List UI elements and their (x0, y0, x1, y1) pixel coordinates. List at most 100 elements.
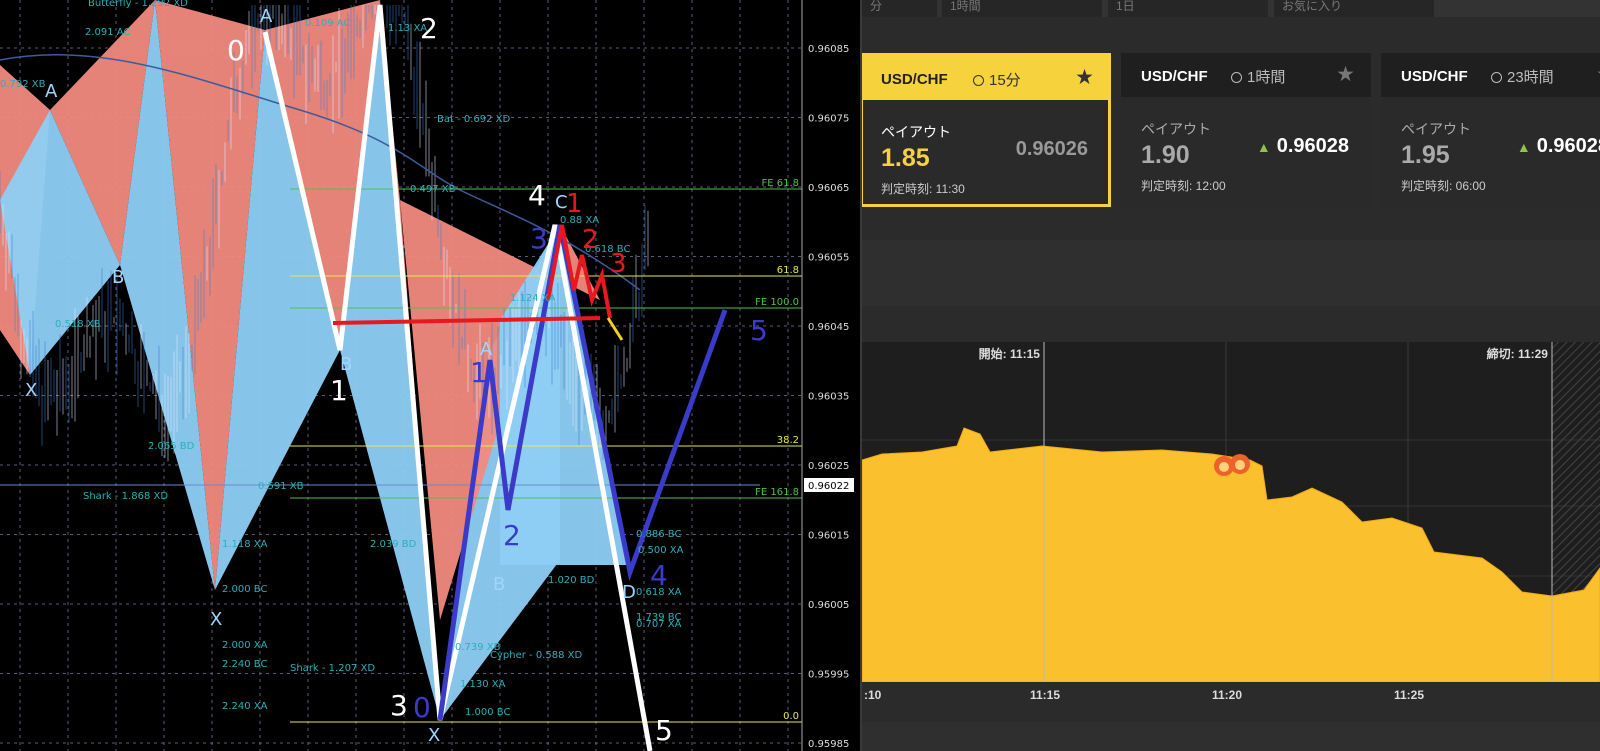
wave-number-white: 5 (655, 714, 673, 747)
payout-value: 1.90 (1141, 141, 1190, 169)
judge-time: 判定時刻: 11:30 (881, 182, 965, 196)
price-axis-label: 0.96035 (808, 392, 849, 403)
price-axis-label: 0.95995 (808, 670, 849, 681)
pattern-ratio-label: 0.739 XB (455, 642, 501, 653)
duration-label: 1時間 (1247, 69, 1286, 86)
card-duration: 15分 (973, 69, 1021, 90)
fib-level-label: FE 61.8 (761, 178, 799, 189)
trading-panel: 分 1時間 1日 お気に入り USD/CHF 15分 ★ ペイアウト 1.85 … (862, 0, 1600, 751)
tab-favorites[interactable]: お気に入り (1274, 0, 1434, 17)
up-arrow-icon: ▲ (1516, 139, 1531, 155)
pattern-point-label: X (25, 380, 37, 401)
payout-label: ペイアウト (1141, 121, 1211, 137)
pattern-ratio-label: 0.591 XB (258, 481, 304, 492)
price-area-chart[interactable]: 開始: 11:15 締切: 11:29 (862, 342, 1600, 682)
judge-time: 判定時刻: 06:00 (1401, 179, 1486, 193)
tab-label: 分 (870, 0, 883, 13)
wave-number-white: 4 (528, 179, 546, 212)
pattern-ratio-label: Cypher - 0.588 XD (490, 650, 582, 661)
wave-number-blue: 0 (413, 691, 431, 724)
current-price: ▲ 0.96028 (1517, 135, 1600, 158)
pattern-point-label: B (340, 354, 352, 375)
tab-1hour[interactable]: 1時間 (942, 0, 1102, 17)
star-icon[interactable]: ★ (1075, 65, 1094, 90)
price-axis-label: 0.96075 (808, 114, 849, 125)
clock-icon (1231, 72, 1242, 83)
star-icon[interactable]: ★ (1596, 62, 1600, 87)
pattern-ratio-label: Shark - 1.868 XD (83, 491, 168, 502)
section-band (862, 240, 1600, 306)
wave-number-red: 2 (582, 225, 599, 255)
clock-icon (973, 75, 984, 86)
yellow-segment (606, 317, 624, 341)
judge-time: 判定時刻: 12:00 (1141, 179, 1226, 193)
tab-minutes[interactable]: 分 (862, 0, 937, 17)
payout-label: ペイアウト (1401, 121, 1471, 137)
pattern-ratio-label: 2.240 BC (222, 659, 267, 670)
footer-band (862, 722, 1600, 751)
pattern-ratio-label: 2.000 XA (222, 640, 268, 651)
up-arrow-icon: ▲ (1256, 139, 1271, 155)
pattern-ratio-label: 1.118 XA (222, 539, 268, 550)
price-axis-label: 0.96055 (808, 253, 849, 264)
fib-level-label: FE 100.0 (755, 297, 799, 308)
duration-tabs: 分 1時間 1日 お気に入り (862, 0, 1600, 17)
card-duration: 23時間 (1491, 66, 1554, 87)
payout-value: 1.85 (881, 144, 930, 172)
price-axis-label: 0.96005 (808, 600, 849, 611)
pattern-ratio-label: 0.886 BC (636, 529, 681, 540)
wave-number-white: 1 (330, 374, 348, 407)
harmonic-pattern-chart[interactable]: FE 61.8 61.8 FE 100.0 38.2 FE 161.8 0.0 Bat - … (0, 0, 860, 751)
card-header: USD/CHF 15分 ★ (863, 56, 1108, 100)
card-header: USD/CHF 1時間 ★ (1121, 53, 1371, 97)
wave-number-red: 3 (610, 249, 627, 279)
price-axis-label: 0.96085 (808, 44, 849, 55)
tab-1day[interactable]: 1日 (1108, 0, 1268, 17)
pattern-ratio-label: 0.518 XB (55, 319, 101, 330)
x-tick-label: 11:15 (1030, 688, 1061, 702)
wave-number-blue: 2 (503, 519, 521, 552)
duration-label: 15分 (989, 72, 1021, 89)
pattern-ratio-label: 0.497 XB (410, 184, 456, 195)
tab-label: お気に入り (1282, 0, 1343, 13)
pattern-ratio-label: 2.039 BD (370, 539, 417, 550)
end-label: 締切: 11:29 (1487, 346, 1549, 361)
pattern-point-label: B (112, 267, 124, 288)
pattern-ratio-label: 1.000 BC (465, 707, 510, 718)
pattern-ratio-label: Shark - 1.207 XD (290, 663, 375, 674)
clock-icon (1491, 72, 1502, 83)
currency-pair: USD/CHF (881, 71, 948, 88)
pattern-ratio-label: 2.240 XA (222, 701, 268, 712)
pattern-chart-svg[interactable]: FE 61.8 61.8 FE 100.0 38.2 FE 161.8 0.0 Bat - … (0, 0, 860, 751)
current-price-label: 0.96022 (808, 481, 849, 492)
wave-number-white: 3 (390, 689, 408, 722)
option-card-15min[interactable]: USD/CHF 15分 ★ ペイアウト 1.85 0.96026 判定時刻: 1… (862, 53, 1111, 207)
wave-number-blue: 1 (470, 356, 488, 389)
wave-number-blue: 5 (750, 314, 768, 347)
pattern-ratio-label: 0.792 XB (0, 79, 46, 90)
fib-level-label: FE 161.8 (755, 487, 799, 498)
pattern-ratio-label: 1.020 BD (548, 575, 595, 586)
flame-core-icon (1219, 462, 1229, 472)
star-icon[interactable]: ★ (1336, 62, 1355, 87)
wave-number-blue: 3 (530, 222, 548, 255)
price-axis-label: 0.96065 (808, 183, 849, 194)
start-label: 開始: 11:15 (979, 346, 1041, 361)
wave-number-red: 1 (566, 189, 583, 219)
fib-level-label: 61.8 (777, 265, 799, 276)
card-duration: 1時間 (1231, 66, 1285, 87)
pattern-ratio-label: 1.739 BC (636, 612, 681, 623)
payout-value: 1.95 (1401, 141, 1450, 169)
option-card-23hour[interactable]: USD/CHF 23時間 ★ ペイアウト 1.95 ▲ 0.96028 判定時刻:… (1381, 53, 1600, 207)
price-value: 0.96028 (1276, 135, 1349, 157)
price-axis-label: 0.96015 (808, 531, 849, 542)
price-axis-label: 0.96025 (808, 461, 849, 472)
fib-level-label: 38.2 (777, 435, 799, 446)
price-value: 0.96028 (1536, 135, 1600, 157)
option-card-1hour[interactable]: USD/CHF 1時間 ★ ペイアウト 1.90 ▲ 0.96028 判定時刻: … (1121, 53, 1371, 207)
pattern-ratio-label: 2.000 BC (222, 584, 267, 595)
card-header: USD/CHF 23時間 ★ (1381, 53, 1600, 97)
x-tick-label: 11:20 (1212, 688, 1243, 702)
pattern-ratio-label: 2.065 BD (148, 441, 195, 452)
pattern-ratio-label: 1.124 XA (510, 293, 556, 304)
